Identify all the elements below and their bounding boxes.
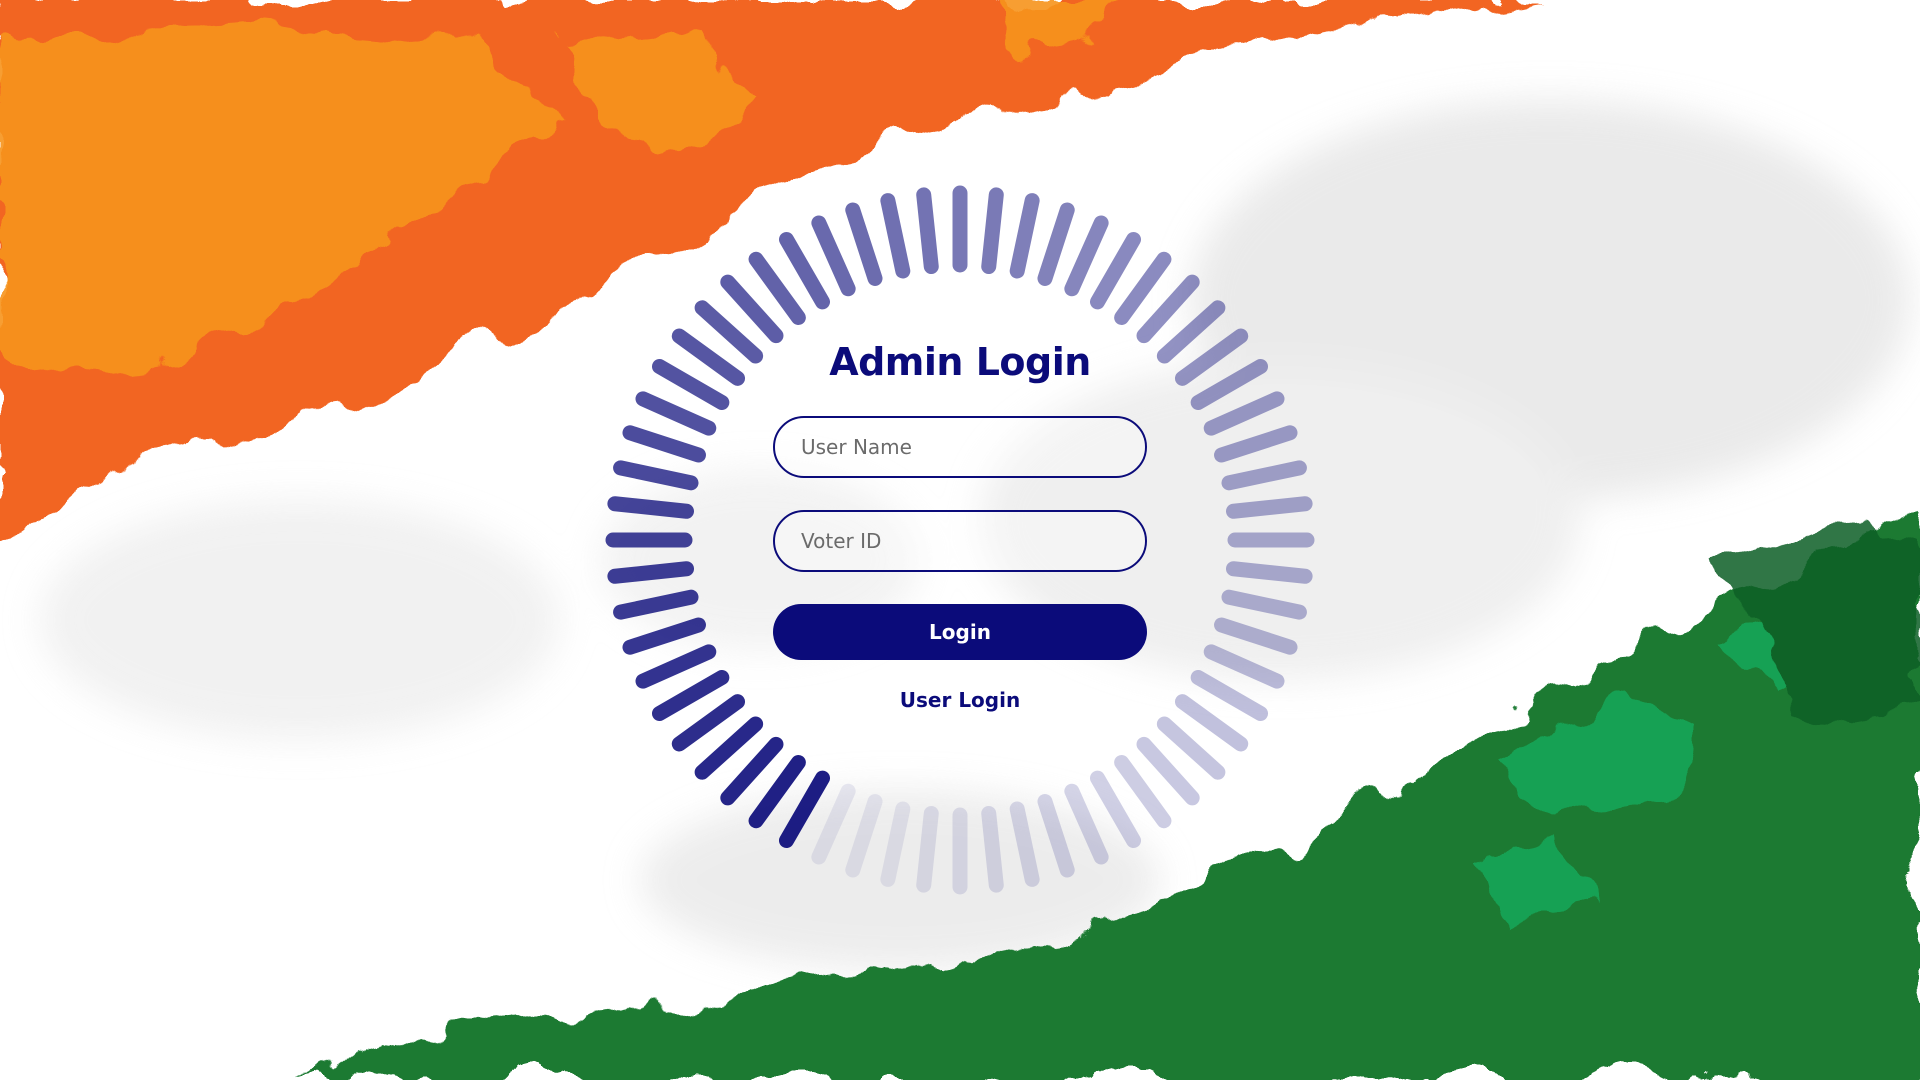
- spinner-tick: [916, 187, 939, 275]
- spinner-tick: [916, 805, 939, 893]
- spinner-tick: [1009, 193, 1040, 279]
- page-title: Admin Login: [829, 340, 1091, 384]
- spinner-tick: [880, 193, 911, 279]
- spinner-tick: [671, 328, 746, 386]
- spinner-tick: [748, 754, 806, 829]
- spinner-tick: [1221, 460, 1307, 491]
- spinner-tick: [1090, 231, 1141, 310]
- voter-id-input[interactable]: [773, 510, 1147, 572]
- spinner-tick: [607, 561, 695, 584]
- spinner-tick: [845, 202, 883, 286]
- spinner-tick: [880, 801, 911, 887]
- spinner-tick: [1174, 694, 1249, 752]
- spinner-tick: [1037, 794, 1075, 878]
- spinner-tick: [613, 589, 699, 620]
- spinner-tick: [1190, 670, 1269, 721]
- spinner-tick: [1174, 328, 1249, 386]
- spinner-tick: [635, 391, 717, 436]
- spinner-tick: [671, 694, 746, 752]
- spinner-tick: [811, 783, 856, 865]
- spinner-tick: [1064, 215, 1109, 297]
- spinner-tick: [1225, 561, 1313, 584]
- spinner-tick: [1037, 202, 1075, 286]
- spinner-tick: [1009, 801, 1040, 887]
- spinner-tick: [1225, 496, 1313, 519]
- spinner-tick: [651, 670, 730, 721]
- username-input[interactable]: [773, 416, 1147, 478]
- spinner-tick: [1203, 644, 1285, 689]
- spinner-tick: [845, 794, 883, 878]
- login-form: Admin Login Login User Login: [773, 330, 1147, 730]
- spinner-tick: [1214, 617, 1298, 655]
- spinner-tick: [1203, 391, 1285, 436]
- spinner-tick: [1190, 359, 1269, 410]
- spinner-tick: [651, 359, 730, 410]
- spinner-tick: [1114, 754, 1172, 829]
- spinner-tick: [811, 215, 856, 297]
- spinner-tick: [748, 251, 806, 326]
- spinner-tick: [1114, 251, 1172, 326]
- spinner-tick: [613, 460, 699, 491]
- spinner-tick: [981, 805, 1004, 893]
- spinner-tick: [622, 617, 706, 655]
- spinner-tick: [1064, 783, 1109, 865]
- spinner-tick: [622, 425, 706, 463]
- login-button[interactable]: Login: [773, 604, 1147, 660]
- spinner-tick: [607, 496, 695, 519]
- spinner-tick: [1221, 589, 1307, 620]
- spinner-tick: [1214, 425, 1298, 463]
- spinner-tick: [779, 231, 830, 310]
- spinner-tick: [635, 644, 717, 689]
- spinner-tick: [1090, 770, 1141, 849]
- spinner-tick: [779, 770, 830, 849]
- user-login-link[interactable]: User Login: [900, 688, 1020, 712]
- spinner-tick: [981, 187, 1004, 275]
